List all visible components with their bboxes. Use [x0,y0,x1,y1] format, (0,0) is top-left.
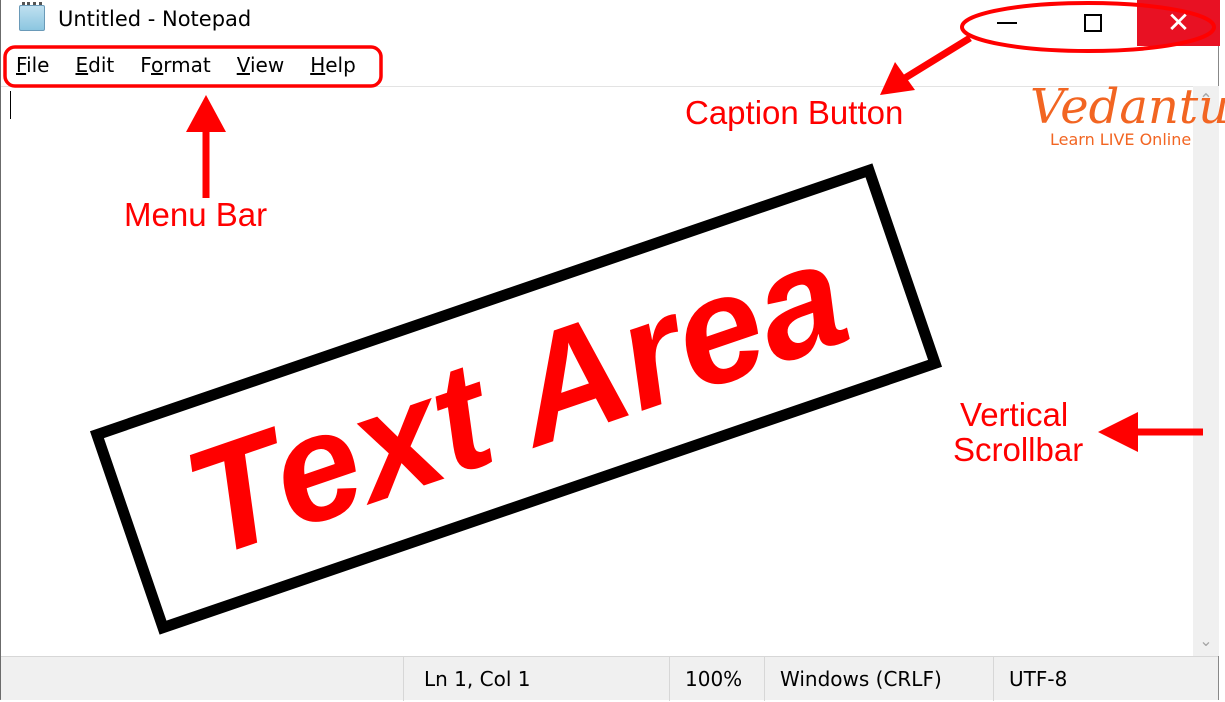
text-area-stamp: Text Area [89,163,943,635]
scrollbar-arrow-head [1098,412,1138,452]
caption-button-label: Caption Button [685,94,904,131]
annotation-layer: Text Area [3,1,1216,635]
menu-bar-label: Menu Bar [124,196,268,233]
menu-arrow-head [186,95,226,132]
scrollbar-label-line1: Vertical [960,396,1069,433]
stamp-text: Text Area [166,208,866,590]
caption-arrow-shaft [903,35,972,81]
scrollbar-label-line2: Scrollbar [953,431,1084,468]
caption-button-highlight [960,1,1216,53]
menu-bar-highlight [3,45,383,88]
